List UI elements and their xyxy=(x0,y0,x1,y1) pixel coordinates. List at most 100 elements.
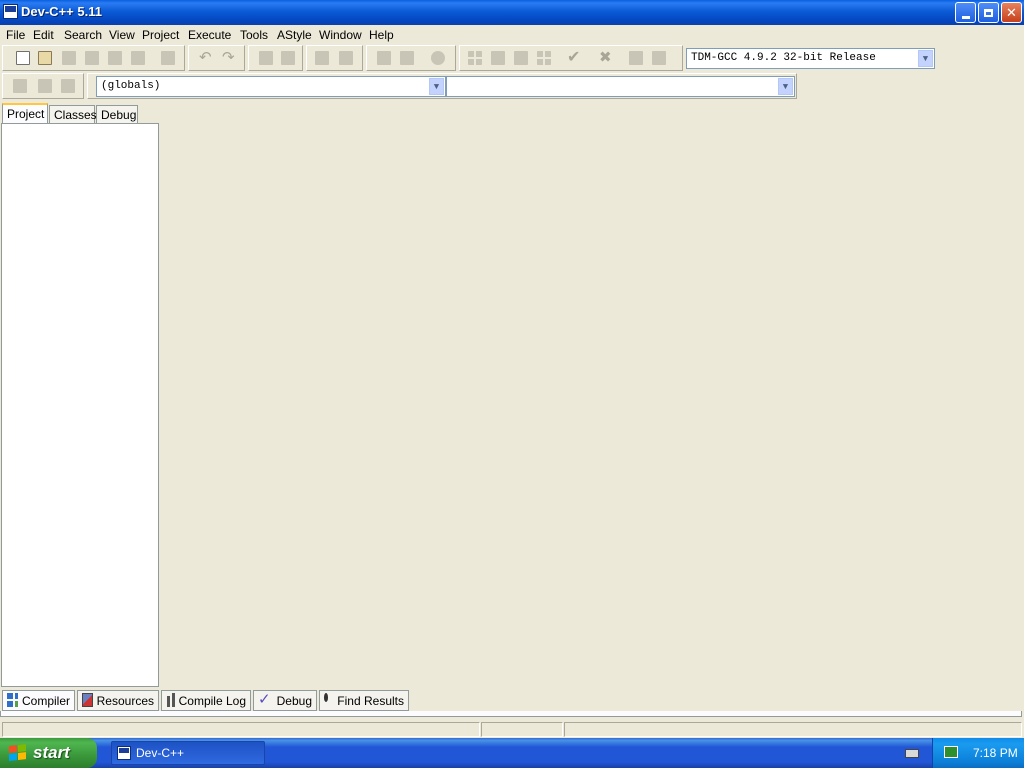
find-icon[interactable] xyxy=(259,51,273,65)
project-options-icon[interactable] xyxy=(61,79,75,93)
bottom-panel-tabs: Compiler Resources Compile Log ✓ Debug F… xyxy=(0,690,1024,712)
minimize-button[interactable] xyxy=(955,2,976,23)
devcpp-app-icon[interactable] xyxy=(3,4,18,19)
chevron-down-icon[interactable]: ▼ xyxy=(429,78,444,95)
project-toolbar xyxy=(2,73,84,99)
start-label: start xyxy=(33,743,70,762)
compiler-icon xyxy=(7,693,18,707)
close-button[interactable]: ✕ xyxy=(1001,2,1022,23)
project-tree-panel[interactable] xyxy=(1,123,159,687)
new-file-icon[interactable] xyxy=(16,51,30,65)
menu-execute[interactable]: Execute xyxy=(186,28,233,42)
find-results-icon xyxy=(324,693,329,702)
taskbar-item-devcpp[interactable]: Dev-C++ xyxy=(111,741,265,765)
tab-resources[interactable]: Resources xyxy=(77,690,159,711)
minimize-icon xyxy=(961,15,970,19)
menu-tools[interactable]: Tools xyxy=(238,28,270,42)
undo-icon[interactable]: ↶ xyxy=(199,50,213,65)
tab-compiler-label: Compiler xyxy=(21,694,70,708)
profile-delete-icon[interactable] xyxy=(652,51,666,65)
remove-from-project-icon[interactable] xyxy=(38,79,52,93)
tab-project[interactable]: Project xyxy=(2,103,48,124)
resources-icon xyxy=(82,693,93,707)
unindent-icon[interactable] xyxy=(400,51,414,65)
rebuild-icon[interactable] xyxy=(537,51,551,65)
compile-toolbar: ✔ ✖ xyxy=(459,45,683,71)
open-file-icon[interactable] xyxy=(38,51,52,65)
menu-project[interactable]: Project xyxy=(140,28,181,42)
close-file-icon[interactable] xyxy=(108,51,122,65)
menu-view[interactable]: View xyxy=(107,28,137,42)
network-icon[interactable] xyxy=(944,746,958,758)
menu-search[interactable]: Search xyxy=(62,28,104,42)
compile-run-icon[interactable] xyxy=(514,51,528,65)
status-cell-mode xyxy=(481,722,563,737)
menu-bar: File Edit Search View Project Execute To… xyxy=(0,25,1024,44)
scope-select-value: (globals) xyxy=(101,80,161,92)
tab-debug[interactable]: Debug xyxy=(96,105,138,124)
windows-logo-icon xyxy=(9,744,27,762)
panel-splitter[interactable] xyxy=(160,103,162,688)
search-toolbar xyxy=(248,45,303,71)
keyboard-icon[interactable] xyxy=(905,749,919,758)
profile-icon[interactable] xyxy=(629,51,643,65)
tab-compile-log-label: Compile Log xyxy=(178,694,246,708)
tab-find-results[interactable]: Find Results xyxy=(319,690,409,711)
scope-select[interactable]: (globals) ▼ xyxy=(96,76,446,97)
bottom-panel[interactable] xyxy=(0,711,1022,717)
tab-resources-label: Resources xyxy=(96,694,154,708)
menu-edit[interactable]: Edit xyxy=(31,28,56,42)
compiler-select[interactable]: TDM-GCC 4.9.2 32-bit Release ▼ xyxy=(686,48,935,69)
menu-window[interactable]: Window xyxy=(317,28,364,42)
stop-execution-icon[interactable]: ✖ xyxy=(599,50,613,65)
status-cell-info xyxy=(564,722,1022,737)
system-tray: 7:18 PM xyxy=(932,738,1024,768)
compile-icon[interactable] xyxy=(468,51,482,65)
debug-check-icon: ✓ xyxy=(258,691,271,708)
class-browser-toolbar: (globals) ▼ ▼ xyxy=(87,73,797,99)
print-icon[interactable] xyxy=(161,51,175,65)
start-button[interactable]: start xyxy=(0,738,97,768)
tab-debug-label: Debug xyxy=(276,694,312,708)
tray-clock[interactable]: 7:18 PM xyxy=(973,746,1018,760)
run-icon[interactable] xyxy=(491,51,505,65)
close-all-icon[interactable] xyxy=(131,51,145,65)
class-toolbar: (globals) ▼ ▼ xyxy=(0,73,797,99)
tab-compile-log[interactable]: Compile Log xyxy=(161,690,251,711)
indent-icon[interactable] xyxy=(377,51,391,65)
status-bar xyxy=(0,720,1024,738)
add-to-project-icon[interactable] xyxy=(13,79,27,93)
title-bar[interactable]: Dev-C++ 5.11 ✕ xyxy=(0,0,1024,25)
menu-file[interactable]: File xyxy=(4,28,27,42)
devcpp-task-icon xyxy=(117,746,131,760)
file-toolbar xyxy=(2,45,185,71)
tab-compiler[interactable]: Compiler xyxy=(2,690,75,711)
compiler-select-value: TDM-GCC 4.9.2 32-bit Release xyxy=(691,52,876,64)
redo-icon[interactable]: ↷ xyxy=(222,50,236,65)
tab-classes[interactable]: Classes xyxy=(49,105,97,124)
replace-icon[interactable] xyxy=(281,51,295,65)
restore-icon xyxy=(984,8,993,17)
edit-toolbar: ↶ ↷ xyxy=(188,45,245,71)
syntax-check-icon[interactable]: ✔ xyxy=(567,50,581,66)
window-title: Dev-C++ 5.11 xyxy=(21,4,102,19)
menu-help[interactable]: Help xyxy=(367,28,396,42)
member-select[interactable]: ▼ xyxy=(446,76,795,97)
taskbar: start Dev-C++ 7:18 PM xyxy=(0,738,1024,768)
toggle-comment-icon[interactable] xyxy=(431,51,445,65)
compile-log-icon xyxy=(166,693,175,707)
menu-astyle[interactable]: AStyle xyxy=(275,28,314,42)
main-toolbar: ↶ ↷ ✔ ✖ TDM-GCC 4.9.2 32-bit Release ▼ xyxy=(0,45,938,71)
status-cell-position xyxy=(2,722,480,737)
goto-toolbar xyxy=(306,45,363,71)
chevron-down-icon[interactable]: ▼ xyxy=(778,78,793,95)
restore-button[interactable] xyxy=(978,2,999,23)
chevron-down-icon[interactable]: ▼ xyxy=(918,50,933,67)
indent-toolbar xyxy=(366,45,456,71)
taskbar-item-label: Dev-C++ xyxy=(136,746,185,760)
save-all-icon[interactable] xyxy=(85,51,99,65)
goto-next-icon[interactable] xyxy=(339,51,353,65)
save-icon[interactable] xyxy=(62,51,76,65)
tab-debug-output[interactable]: ✓ Debug xyxy=(253,690,317,711)
goto-line-icon[interactable] xyxy=(315,51,329,65)
